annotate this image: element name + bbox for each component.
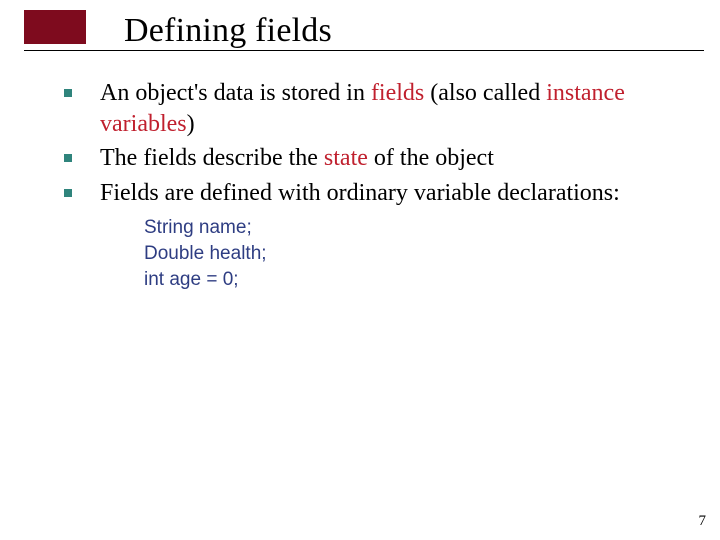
bullet-icon <box>64 154 72 162</box>
title-underline <box>24 50 704 51</box>
bullet-icon <box>64 89 72 97</box>
bullet-text: An object's data is stored in fields (al… <box>100 80 625 137</box>
bullet-text: Fields are defined with ordinary variabl… <box>100 180 620 206</box>
code-line: int age = 0; <box>144 267 692 293</box>
title-bar: Defining fields <box>24 10 720 62</box>
page-number: 7 <box>699 513 707 530</box>
bullet-item: The fields describe the state of the obj… <box>64 143 692 174</box>
bullet-text: The fields describe the state of the obj… <box>100 145 494 171</box>
bullet-item: Fields are defined with ordinary variabl… <box>64 178 692 209</box>
code-line: Double health; <box>144 241 692 267</box>
code-block: String name; Double health; int age = 0; <box>144 215 692 294</box>
title-accent-block <box>24 10 86 44</box>
bullet-list: An object's data is stored in fields (al… <box>64 78 692 209</box>
slide-title: Defining fields <box>124 12 332 50</box>
bullet-item: An object's data is stored in fields (al… <box>64 78 692 139</box>
code-line: String name; <box>144 215 692 241</box>
slide-body: An object's data is stored in fields (al… <box>64 78 692 294</box>
bullet-icon <box>64 189 72 197</box>
